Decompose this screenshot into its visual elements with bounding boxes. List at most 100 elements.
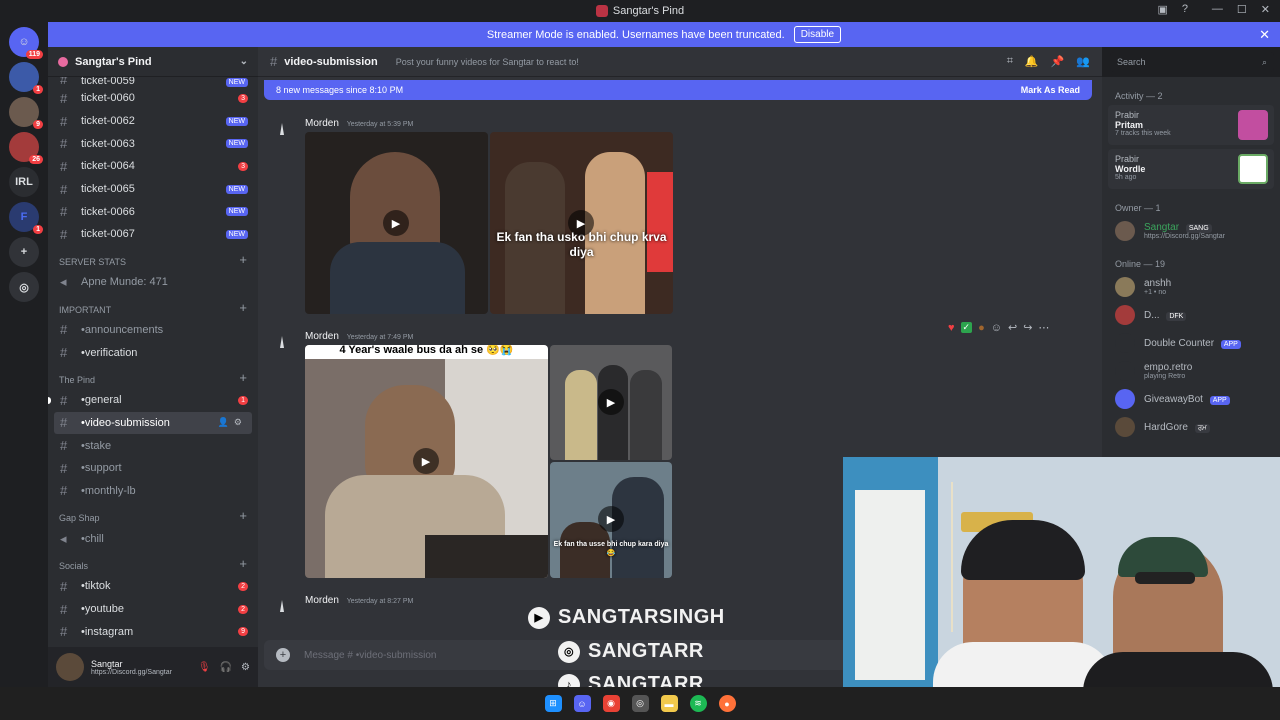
close-window-icon[interactable]: ✕ [1261,3,1270,16]
guild-icon[interactable]: IRL [9,167,39,197]
voice-channel-item[interactable]: ◂ •chill [48,527,258,550]
add-server-button[interactable]: + [9,237,39,267]
channel-item[interactable]: # ticket-0066 NEW [48,200,258,223]
member-item[interactable]: empo.retro playing Retro [1108,357,1274,385]
avatar[interactable] [56,653,84,681]
add-channel-icon[interactable]: + [239,370,247,385]
avatar[interactable] [274,334,290,350]
message-author[interactable]: Morden [305,118,339,129]
gear-icon[interactable]: ⚙ [241,662,250,673]
channel-item[interactable]: # •tiktok 2 [48,575,258,598]
minimize-icon[interactable]: — [1212,3,1223,16]
more-icon[interactable]: ⋯ [1038,321,1049,334]
video-attachment[interactable]: 4 Year's waale bus da ah se 🥺😭 ▶ [305,345,548,578]
activity-card[interactable]: Prabir Pritam 7 tracks this week [1108,105,1274,145]
heart-reaction[interactable]: ♥ [948,322,955,334]
pin-icon[interactable]: 📌 [1051,55,1065,68]
home-button[interactable]: ☺ 119 [9,27,43,59]
spotify-icon[interactable]: ≋ [689,695,707,712]
reply-icon[interactable]: ↩ [1008,321,1017,334]
voice-channel-item[interactable]: ◂ Apne Munde: 471 [48,271,258,294]
new-messages-bar[interactable]: 8 new messages since 8:10 PM Mark As Rea… [264,80,1092,100]
inbox-icon[interactable]: ▣ [1157,3,1167,16]
video-attachment[interactable]: ▶ [550,345,672,460]
category-server-stats[interactable]: SERVER STATS + [48,246,258,271]
poop-reaction[interactable]: ● [978,322,985,334]
channel-item[interactable]: # ticket-0060 3 [48,87,258,110]
guild-icon[interactable]: 1 [9,62,43,94]
video-attachment[interactable]: ▶ [305,132,488,314]
help-icon[interactable]: ? [1182,3,1188,16]
server-header[interactable]: Sangtar's Pind ⌄ [48,47,258,77]
mark-as-read-button[interactable]: Mark As Read [1021,85,1080,95]
play-icon[interactable]: ▶ [598,506,624,532]
bell-icon[interactable]: 🔔 [1025,55,1039,68]
play-icon[interactable]: ▶ [598,389,624,415]
add-reaction-icon[interactable]: ☺ [991,322,1002,334]
channel-item[interactable]: # ticket-0064 3 [48,155,258,178]
message-author[interactable]: Morden [305,331,339,342]
add-channel-icon[interactable]: + [239,508,247,523]
guild-icon[interactable]: F 1 [9,202,43,234]
member-item[interactable]: Sangtar SANG https://Discord.gg/Sangtar [1108,217,1274,245]
channel-item[interactable]: # •announcements [48,319,258,342]
channel-item[interactable]: # •instagram 9 [48,620,258,643]
check-reaction[interactable]: ✓ [960,322,973,333]
avatar[interactable] [274,121,290,137]
activity-card[interactable]: Prabir Wordle 5h ago [1108,149,1274,189]
chrome-icon[interactable]: ◉ [602,695,620,712]
channel-item[interactable]: # ticket-0065 NEW [48,178,258,201]
play-icon[interactable]: ▶ [383,210,409,236]
obs-icon[interactable]: ◎ [631,695,649,712]
firefox-icon[interactable]: ● [718,695,736,712]
explore-button[interactable]: ◎ [9,272,39,302]
channel-item[interactable]: # ticket-0063 NEW [48,132,258,155]
windows-start-icon[interactable]: ⊞ [544,695,562,712]
channel-item[interactable]: # •support [48,457,258,480]
threads-icon[interactable]: ⌗ [1007,55,1013,68]
video-attachment[interactable]: Ek fan tha usko bhi chup krva diya ▶ [490,132,673,314]
channel-item[interactable]: # •verification [48,341,258,364]
folder-icon[interactable]: ▬ [660,695,678,712]
close-banner-icon[interactable]: ✕ [1259,27,1270,43]
message-author[interactable]: Morden [305,595,339,606]
channel-item[interactable]: # •monthly-lb [48,480,258,503]
add-channel-icon[interactable]: + [239,300,247,315]
add-channel-icon[interactable]: + [239,556,247,571]
category-important[interactable]: IMPORTANT + [48,294,258,319]
hash-icon: # [60,181,68,197]
member-item[interactable]: Double Counter APP [1108,329,1274,357]
channel-item[interactable]: # ticket-0059 NEW [48,77,258,87]
video-attachment[interactable]: Ek fan tha usse bhi chup kara diya😂 ▶ [550,462,672,578]
channel-item[interactable]: # ticket-0062 NEW [48,110,258,133]
member-item[interactable]: D... DFK [1108,301,1274,329]
forward-icon[interactable]: ↪ [1023,321,1032,334]
guild-icon[interactable]: 26 [9,132,43,164]
maximize-icon[interactable]: ☐ [1237,3,1247,16]
channel-item[interactable]: # ticket-0067 NEW [48,223,258,246]
discord-app-icon[interactable]: ☺ [573,695,591,712]
category-gap-shap[interactable]: Gap Shap + [48,502,258,527]
add-channel-icon[interactable]: + [239,252,247,267]
avatar[interactable] [274,598,290,614]
members-icon[interactable]: 👥 [1076,55,1090,68]
channel-item[interactable]: # •stake [48,434,258,457]
play-icon[interactable]: ▶ [568,210,594,236]
category-socials[interactable]: Socials + [48,550,258,575]
category-the-pind[interactable]: The Pind + [48,364,258,389]
member-item[interactable]: GiveawayBot APP [1108,385,1274,413]
member-item[interactable]: anshh +1 • no [1108,273,1274,301]
mute-icon[interactable]: 🎙 [198,662,211,673]
disable-streamer-button[interactable]: Disable [793,26,842,43]
deafen-icon[interactable]: 🎧 [220,662,232,673]
channel-item-selected[interactable]: # •video-submission 👤 ⚙ [54,411,252,435]
gear-icon[interactable]: ⚙ [234,417,242,428]
member-item[interactable]: HardGore ਰਮ [1108,413,1274,441]
channel-item[interactable]: # •general 1 [48,389,258,412]
play-icon[interactable]: ▶ [413,448,439,474]
channel-item[interactable]: # •youtube 2 [48,598,258,621]
add-attachment-icon[interactable]: + [276,648,290,662]
invite-icon[interactable]: 👤 [218,417,229,428]
search-input[interactable]: Search ⌕ [1110,52,1274,72]
guild-icon[interactable]: 9 [9,97,43,129]
